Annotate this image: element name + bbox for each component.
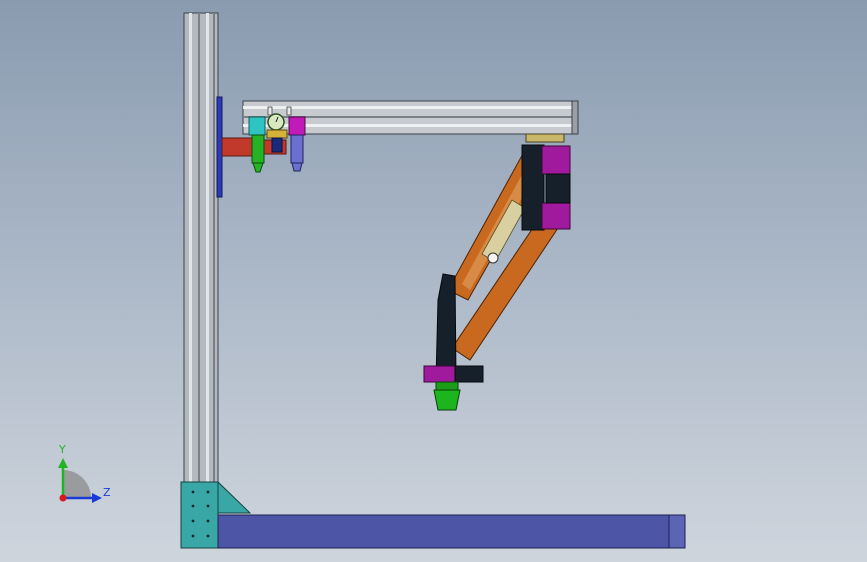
cad-model-scene[interactable] [0, 0, 867, 562]
cad-viewport[interactable]: Y Z [0, 0, 867, 562]
gusset[interactable] [217, 480, 252, 514]
parallel-link-arm[interactable] [447, 149, 563, 361]
nozzle-tip[interactable] [433, 389, 461, 411]
triad-plane-icon [63, 470, 91, 498]
pneumatic-filter-regulator[interactable] [248, 106, 306, 173]
vertical-column[interactable] [183, 12, 219, 484]
upper-carriage[interactable] [521, 144, 571, 231]
x-axis-dot-icon [59, 494, 67, 502]
z-axis-label: Z [103, 486, 111, 499]
beam-joint-plate[interactable] [525, 133, 565, 143]
mounting-plate[interactable] [216, 96, 223, 198]
base-beam[interactable] [217, 514, 686, 549]
orientation-triad [58, 458, 102, 503]
y-axis-label: Y [59, 443, 66, 456]
red-bracket[interactable] [221, 137, 257, 157]
